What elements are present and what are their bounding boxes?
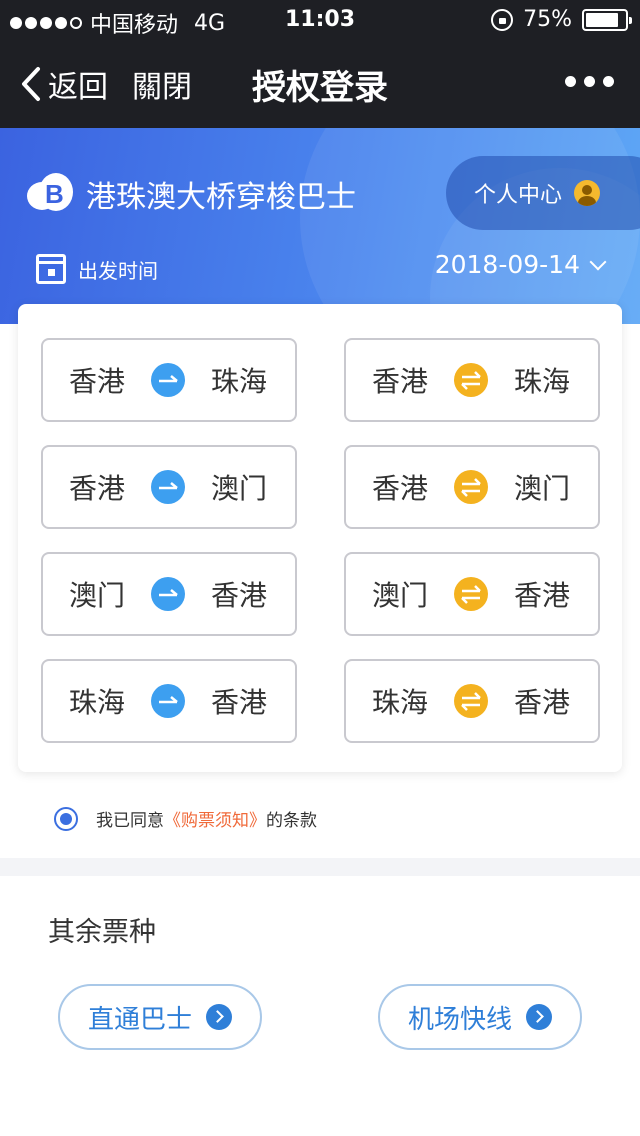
depart-label-text: 出发时间 bbox=[78, 258, 158, 283]
route-from: 珠海 bbox=[372, 686, 429, 719]
chevron-down-icon bbox=[589, 253, 607, 270]
rotation-lock-icon bbox=[491, 8, 514, 31]
one-way-arrow-icon bbox=[151, 684, 185, 718]
airport-express-label: 机场快线 bbox=[407, 1004, 512, 1035]
route-from: 香港 bbox=[69, 472, 126, 505]
terms-link[interactable]: 《购票须知》 bbox=[164, 811, 266, 831]
one-way-arrow-icon bbox=[151, 470, 185, 504]
route-to: 珠海 bbox=[513, 365, 570, 398]
header-banner: B 港珠澳大桥穿梭巴士 个人中心 出发时间 2018-09-14 bbox=[0, 128, 640, 324]
agreement-suffix: 的条款 bbox=[266, 811, 317, 831]
route-button-roundtrip[interactable]: 香港 澳门 bbox=[344, 445, 600, 529]
battery-percent: 75% bbox=[523, 7, 572, 32]
chevron-left-icon bbox=[22, 67, 40, 101]
chevron-right-circle-icon bbox=[206, 1004, 232, 1030]
more-options-icon[interactable] bbox=[565, 76, 614, 87]
route-from: 珠海 bbox=[69, 686, 126, 719]
depart-time-label: 出发时间 bbox=[36, 254, 158, 284]
user-center-label: 个人中心 bbox=[474, 183, 563, 208]
calendar-icon bbox=[36, 254, 66, 284]
route-from: 澳门 bbox=[372, 579, 429, 612]
airport-express-button[interactable]: 机场快线 bbox=[378, 984, 582, 1050]
round-trip-arrows-icon bbox=[454, 684, 488, 718]
user-icon bbox=[574, 180, 601, 206]
brand-logo-icon: B bbox=[27, 173, 73, 211]
route-to: 香港 bbox=[210, 579, 267, 612]
route-button-roundtrip[interactable]: 澳门 香港 bbox=[344, 552, 600, 636]
brand-name: 港珠澳大桥穿梭巴士 bbox=[86, 180, 356, 215]
agreement-row: 我已同意《购票须知》的条款 bbox=[54, 806, 317, 831]
user-center-button[interactable]: 个人中心 bbox=[446, 156, 640, 230]
route-to: 香港 bbox=[210, 686, 267, 719]
route-button-oneway[interactable]: 香港 珠海 bbox=[41, 338, 297, 422]
round-trip-arrows-icon bbox=[454, 470, 488, 504]
status-right: 75% bbox=[491, 7, 632, 32]
back-button[interactable]: 返回 bbox=[20, 62, 108, 106]
close-button[interactable]: 關閉 bbox=[132, 62, 192, 106]
through-bus-button[interactable]: 直通巴士 bbox=[58, 984, 262, 1050]
round-trip-arrows-icon bbox=[454, 363, 488, 397]
route-card: 香港 珠海 香港 珠海 香港 澳门 香港 澳门 澳门 香港 澳门 香港 珠海 香港 珠海 香港 bbox=[18, 304, 622, 772]
round-trip-arrows-icon bbox=[454, 577, 488, 611]
depart-date: 2018-09-14 bbox=[434, 250, 580, 279]
route-button-oneway[interactable]: 澳门 香港 bbox=[41, 552, 297, 636]
one-way-arrow-icon bbox=[151, 577, 185, 611]
through-bus-label: 直通巴士 bbox=[87, 1004, 192, 1035]
route-button-oneway[interactable]: 珠海 香港 bbox=[41, 659, 297, 743]
agree-radio[interactable] bbox=[54, 806, 78, 831]
svg-text:B: B bbox=[45, 179, 64, 209]
back-label: 返回 bbox=[48, 70, 108, 105]
chevron-right-circle-icon bbox=[526, 1004, 552, 1030]
route-button-roundtrip[interactable]: 珠海 香港 bbox=[344, 659, 600, 743]
one-way-arrow-icon bbox=[151, 363, 185, 397]
route-from: 香港 bbox=[69, 365, 126, 398]
route-to: 澳门 bbox=[210, 472, 267, 505]
nav-bar: 返回 關閉 授权登录 bbox=[0, 40, 640, 128]
status-bar: 中国移动 4G 11:03 75% bbox=[0, 0, 640, 40]
date-selector[interactable]: 2018-09-14 bbox=[434, 250, 607, 279]
other-tickets-title: 其余票种 bbox=[48, 917, 156, 948]
route-to: 澳门 bbox=[513, 472, 570, 505]
route-to: 香港 bbox=[513, 579, 570, 612]
route-from: 香港 bbox=[372, 472, 429, 505]
route-from: 澳门 bbox=[69, 579, 126, 612]
route-button-roundtrip[interactable]: 香港 珠海 bbox=[344, 338, 600, 422]
route-to: 香港 bbox=[513, 686, 570, 719]
route-button-oneway[interactable]: 香港 澳门 bbox=[41, 445, 297, 529]
battery-icon bbox=[582, 8, 632, 31]
agreement-prefix: 我已同意 bbox=[96, 811, 164, 831]
route-to: 珠海 bbox=[210, 365, 267, 398]
section-divider bbox=[0, 858, 640, 876]
agreement-text: 我已同意《购票须知》的条款 bbox=[96, 806, 317, 831]
route-from: 香港 bbox=[372, 365, 429, 398]
